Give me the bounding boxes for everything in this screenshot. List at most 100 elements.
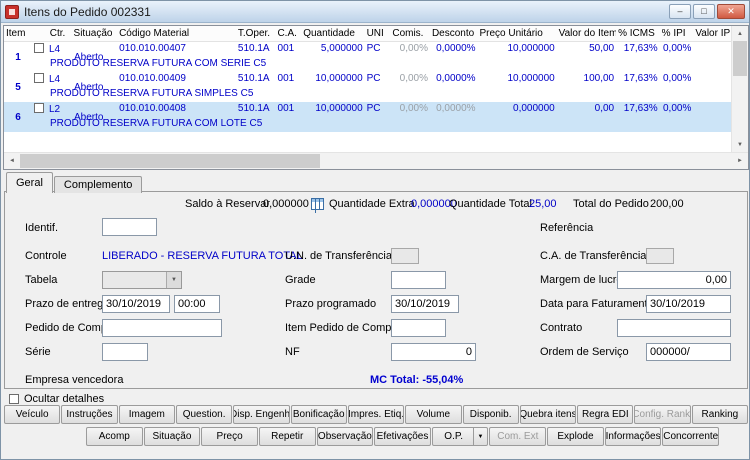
column-header-preco-unitario[interactable]: Preço Unitário <box>477 26 556 41</box>
grade-input[interactable] <box>391 271 446 289</box>
table-row[interactable]: 1 Aberto L4 010.010.00407 510.1A 001 5,0… <box>4 42 731 72</box>
nf-label: NF <box>285 346 300 358</box>
ranking-button[interactable]: Ranking <box>691 405 749 424</box>
impres-etiq-button[interactable]: Impres. Etiq. <box>347 405 405 424</box>
tab-complemento[interactable]: Complemento <box>53 176 143 193</box>
cell-ca: 001 <box>277 103 295 114</box>
ocultar-detalhes-label: Ocultar detalhes <box>24 393 105 405</box>
volume-button[interactable]: Volume <box>405 405 462 424</box>
data-faturamento-input[interactable] <box>646 295 731 313</box>
scroll-down-icon[interactable]: ▼ <box>732 137 748 152</box>
item-pedido-compra-input[interactable] <box>391 319 446 337</box>
ca-transferencia-label: C.A. de Transferência <box>540 250 647 262</box>
prazo-entrega-date-input[interactable] <box>102 295 170 313</box>
op-dropdown-icon[interactable]: ▼ <box>473 428 486 445</box>
grid-vertical-scrollbar[interactable]: ▲ ▼ <box>731 26 748 152</box>
acomp-button[interactable]: Acomp <box>86 427 143 446</box>
margem-lucro-input[interactable] <box>617 271 731 289</box>
scroll-up-icon[interactable]: ▲ <box>732 26 748 41</box>
contrato-input[interactable] <box>617 319 731 337</box>
column-header-comis[interactable]: Comis. <box>390 26 430 41</box>
regra-edi-button[interactable]: Regra EDI <box>577 405 634 424</box>
efetivacoes-button[interactable]: Efetivações <box>374 427 431 446</box>
row-checkbox[interactable] <box>34 43 44 53</box>
horizontal-scroll-thumb[interactable] <box>20 154 320 168</box>
cell-ctr: L4 <box>32 73 72 85</box>
cell-icms: 17,63% <box>623 43 658 54</box>
tabela-select[interactable]: ▼ <box>102 271 182 289</box>
titlebar[interactable]: Itens do Pedido 002331 – □ ✕ <box>1 1 749 23</box>
row-checkbox[interactable] <box>34 103 44 113</box>
cell-ipi: 0,00% <box>663 103 692 114</box>
cell-codigo: 010.010.00408 <box>119 103 186 114</box>
pedido-compra-input[interactable] <box>102 319 222 337</box>
veiculo-button[interactable]: Veículo <box>4 405 61 424</box>
com-ext-button: Com. Ext <box>489 427 547 446</box>
grid-horizontal-scrollbar[interactable]: ◄ ► <box>4 152 748 169</box>
disponib-button[interactable]: Disponib. <box>462 405 519 424</box>
checkbox-icon[interactable] <box>9 394 19 404</box>
column-header-ipi[interactable]: % IPI <box>660 26 694 41</box>
quebra-itens-button[interactable]: Quebra itens <box>519 405 577 424</box>
situacao-button[interactable]: Situação <box>143 427 201 446</box>
quantidade-extra-grid-icon[interactable] <box>311 198 324 210</box>
contrato-label: Contrato <box>540 322 583 334</box>
serie-input[interactable] <box>102 343 148 361</box>
ca-transferencia-input[interactable] <box>646 248 674 264</box>
maximize-button[interactable]: □ <box>693 4 715 19</box>
concorrente-button[interactable]: Concorrente <box>662 427 720 446</box>
cell-item: 1 <box>15 51 21 63</box>
column-header-valor-ipi[interactable]: Valor IPI <box>693 26 731 41</box>
column-header-toper[interactable]: T.Oper. <box>236 26 276 41</box>
column-header-ca[interactable]: C.A. <box>275 26 301 41</box>
cell-ipi: 0,00% <box>663 73 692 84</box>
table-row-selected[interactable]: 6 Aberto L2 010.010.00408 510.1A 001 10,… <box>4 102 731 132</box>
ocultar-detalhes-checkbox[interactable]: Ocultar detalhes <box>9 393 104 405</box>
column-header-ctr[interactable]: Ctr. <box>32 26 72 41</box>
cell-toper: 510.1A <box>237 43 270 54</box>
cell-icms: 17,63% <box>623 103 658 114</box>
preco-button[interactable]: Preço <box>201 427 258 446</box>
instrucoes-button[interactable]: Instruções <box>61 405 118 424</box>
tab-geral[interactable]: Geral <box>6 172 53 193</box>
column-header-desconto[interactable]: Desconto <box>430 26 478 41</box>
identif-input[interactable] <box>102 218 157 236</box>
scroll-left-icon[interactable]: ◄ <box>4 153 20 169</box>
prazo-entrega-time-input[interactable] <box>174 295 220 313</box>
cell-uni: PC <box>366 43 381 54</box>
un-transferencia-input[interactable] <box>391 248 419 264</box>
close-button[interactable]: ✕ <box>717 4 745 19</box>
disp-engenh-button[interactable]: Disp. Engenh. <box>233 405 290 424</box>
cell-valor-ipi <box>693 73 731 85</box>
observacao-button[interactable]: Observação <box>316 427 374 446</box>
bonificacao-button[interactable]: Bonificação <box>290 405 347 424</box>
column-header-quantidade[interactable]: Quantidade <box>301 26 364 41</box>
cell-comis: 0,00% <box>399 43 429 54</box>
quantidade-total-label: Quantidade Total <box>449 198 532 210</box>
controle-value: LIBERADO - RESERVA FUTURA TOTAL <box>102 250 303 262</box>
column-header-valor-item[interactable]: Valor do Item <box>557 26 616 41</box>
table-row[interactable]: 5 Aberto L4 010.010.00409 510.1A 001 10,… <box>4 72 731 102</box>
column-header-item[interactable]: Item <box>4 26 32 41</box>
column-header-codigo-material[interactable]: Código Material <box>117 26 236 41</box>
scroll-right-icon[interactable]: ► <box>732 153 748 169</box>
controle-label: Controle <box>25 250 67 262</box>
row-checkbox[interactable] <box>34 73 44 83</box>
ordem-servico-input[interactable] <box>646 343 731 361</box>
prazo-programado-input[interactable] <box>391 295 459 313</box>
informacoes-button[interactable]: Informações <box>604 427 662 446</box>
column-header-icms[interactable]: % ICMS <box>616 26 660 41</box>
cell-ca: 001 <box>277 73 295 84</box>
nf-input[interactable] <box>391 343 476 361</box>
minimize-button[interactable]: – <box>669 4 691 19</box>
column-header-situacao[interactable]: Situação <box>72 26 118 41</box>
repetir-button[interactable]: Repetir <box>258 427 316 446</box>
question-button[interactable]: Question. <box>175 405 233 424</box>
op-button[interactable]: O.P. ▼ <box>431 427 489 446</box>
vertical-scroll-thumb[interactable] <box>733 41 747 76</box>
data-faturamento-label: Data para Faturamento <box>540 298 654 310</box>
cell-quantidade: 10,000000 <box>315 73 363 84</box>
imagem-button[interactable]: Imagem <box>118 405 175 424</box>
explode-button[interactable]: Explode <box>547 427 604 446</box>
column-header-uni[interactable]: UNI <box>365 26 391 41</box>
